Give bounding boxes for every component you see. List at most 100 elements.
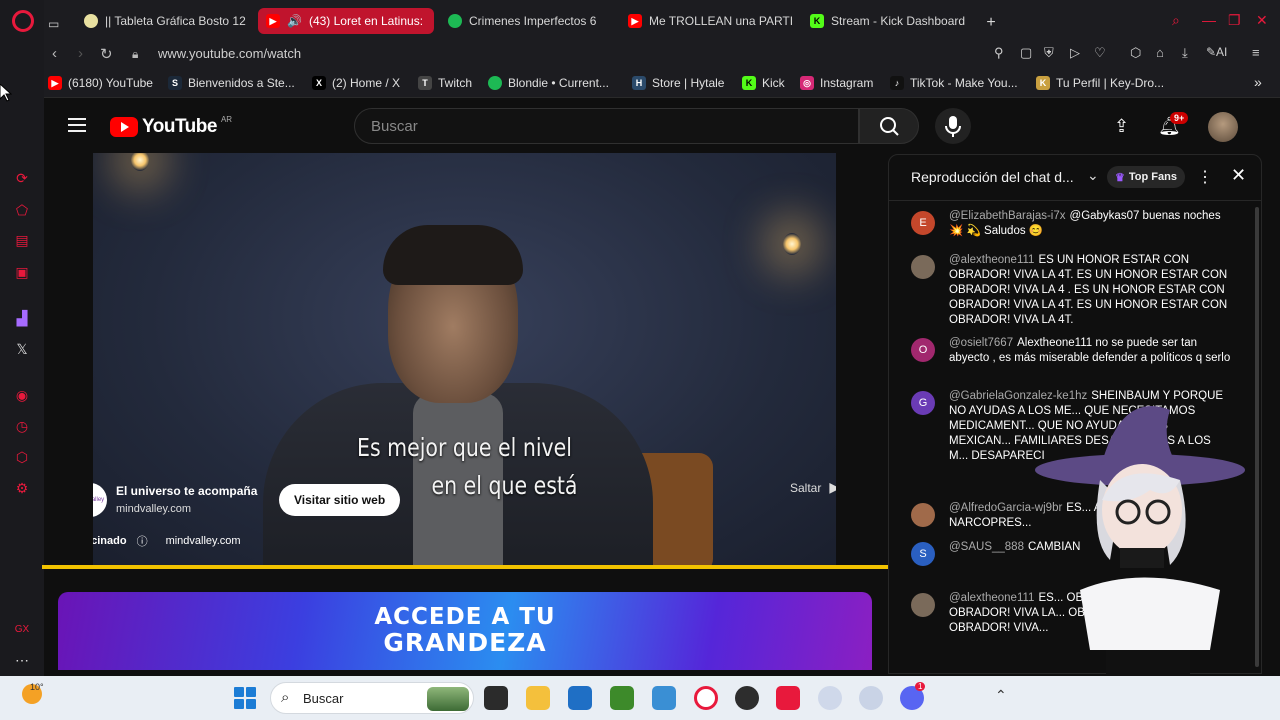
adblock-icon[interactable]: ⛨ — [1044, 45, 1054, 61]
tab-search-icon[interactable]: ⌕ — [1172, 12, 1180, 29]
search-input[interactable]: Buscar — [354, 108, 859, 144]
upload-icon[interactable]: ⇪ — [1114, 116, 1129, 137]
tab-4[interactable]: K Stream - Kick Dashboard — [802, 8, 972, 34]
windows-start-icon[interactable] — [234, 687, 256, 709]
skip-ad-button[interactable]: Saltar ▶| — [790, 479, 836, 496]
new-tab-button[interactable]: + — [980, 10, 1002, 36]
crypto-wallet-icon[interactable]: ⬠ — [14, 202, 30, 218]
avatar[interactable] — [911, 255, 935, 279]
maximize-icon[interactable]: ❐ — [1228, 12, 1241, 29]
chat-author[interactable]: @alextheone111 — [949, 254, 1034, 266]
pin-icon[interactable]: ⚲ — [994, 45, 1004, 61]
tab-1-active[interactable]: ▶ 🔊 (43) Loret en Latinus: — [258, 8, 434, 34]
tab-3[interactable]: ▶ Me TROLLEAN una PARTII — [620, 8, 792, 34]
bookmark-tiktok[interactable]: ♪ TikTok - Make You... — [890, 76, 1018, 90]
tab-2[interactable]: Crimenes Imperfectos 6 — [440, 8, 610, 34]
player-icon[interactable]: ▷ — [1070, 45, 1080, 61]
music-player-icon[interactable]: ▤ — [14, 232, 30, 248]
avatar[interactable]: E — [911, 211, 935, 235]
chat-author[interactable]: @SAUS__888 — [949, 541, 1024, 553]
ai-icon[interactable]: ✎AI — [1206, 45, 1227, 59]
sponsor-domain-link[interactable]: mindvalley.com — [166, 535, 241, 547]
tab-0[interactable]: || Tableta Gráfica Bosto 12 — [76, 8, 246, 34]
obs-icon[interactable] — [735, 686, 759, 710]
opera-taskbar-icon[interactable] — [694, 686, 718, 710]
file-explorer-icon[interactable] — [526, 686, 550, 710]
voice-search-button[interactable] — [935, 108, 971, 144]
heart-icon[interactable]: ♡ — [1094, 45, 1106, 61]
photos-icon[interactable] — [652, 686, 676, 710]
back-icon[interactable]: ‹ — [52, 45, 57, 62]
settings-sidebar-icon[interactable]: ⚙ — [14, 480, 30, 496]
top-fans-button[interactable]: ♛ Top Fans — [1107, 166, 1185, 188]
bookmark-steam[interactable]: S Bienvenidos a Ste... — [168, 76, 295, 90]
info-icon[interactable]: ⓘ — [137, 533, 148, 549]
extensions-icon[interactable]: ⬡ — [1130, 45, 1141, 61]
lamp-left — [131, 153, 149, 171]
minecraft-icon[interactable] — [610, 686, 634, 710]
ms-store-icon[interactable] — [568, 686, 592, 710]
more-options-icon[interactable]: ⋮ — [1197, 167, 1213, 187]
youtube-logo[interactable]: YouTube AR — [110, 115, 232, 138]
close-window-icon[interactable]: ✕ — [1256, 12, 1268, 29]
lock-icon[interactable]: 🔒︎ — [132, 47, 138, 62]
x-sidebar-icon[interactable]: 𝕏 — [14, 341, 30, 357]
bookmark-instagram[interactable]: ◎ Instagram — [800, 76, 873, 90]
gx-icon[interactable]: GX — [14, 622, 30, 638]
tray-overflow-icon[interactable]: ⌃ — [995, 687, 1007, 704]
url-field[interactable]: www.youtube.com/watch — [158, 46, 301, 61]
app-icon-1[interactable] — [818, 686, 842, 710]
player-sidebar-icon[interactable]: ◉ — [14, 387, 30, 403]
task-view-icon[interactable] — [484, 686, 508, 710]
bookmark-keydrop[interactable]: K Tu Perfil | Key-Dro... — [1036, 76, 1164, 90]
avatar[interactable]: G — [911, 391, 935, 415]
bookmark-kick[interactable]: K Kick — [742, 76, 785, 90]
video-player[interactable]: Es mejor que el nivel en el que está min… — [93, 153, 836, 567]
refresh-sidebar-icon[interactable]: ⟳ — [14, 170, 30, 186]
close-icon[interactable]: ✕ — [1231, 165, 1246, 186]
tab-overview-icon[interactable]: ▭ — [48, 11, 70, 37]
bookmark-spotify[interactable]: Blondie • Current... — [488, 76, 609, 90]
search-button[interactable] — [859, 108, 919, 144]
avatar[interactable]: S — [911, 542, 935, 566]
avatar[interactable] — [911, 593, 935, 617]
snapshot-icon[interactable]: ▢ — [1020, 45, 1032, 61]
minimize-icon[interactable]: — — [1202, 12, 1216, 28]
more-sidebar-icon[interactable]: ⋯ — [14, 652, 30, 668]
bookmark-twitch[interactable]: T Twitch — [418, 76, 472, 90]
companion-banner-ad[interactable]: ACCEDE A TU GRANDEZA — [58, 592, 872, 670]
windows-taskbar: 10° ⌕ Buscar 1 ⌃ — [0, 676, 1280, 720]
visit-site-button[interactable]: Visitar sitio web — [279, 484, 401, 516]
menu-icon[interactable]: ≡ — [1252, 45, 1260, 60]
bookmark-hytale[interactable]: H Store | Hytale — [632, 76, 724, 90]
opera-logo-icon[interactable] — [12, 10, 34, 32]
chat-author[interactable]: @ElizabethBarajas-i7x — [949, 210, 1066, 222]
bookmark-youtube[interactable]: ▶ (6180) YouTube — [48, 76, 153, 90]
speaker-icon[interactable]: 🔊 — [287, 14, 302, 28]
extensions-sidebar-icon[interactable]: ⬡ — [14, 449, 30, 465]
chat-title[interactable]: Reproducción del chat d... — [911, 169, 1074, 185]
download-icon[interactable]: ⤓ — [1182, 45, 1188, 61]
messenger-icon[interactable]: ▣ — [14, 264, 30, 280]
avatar[interactable] — [1208, 112, 1238, 142]
ad-domain[interactable]: mindvalley.com — [116, 503, 191, 515]
profile-icon[interactable]: ⌂ — [1156, 45, 1164, 60]
menu-hamburger-icon[interactable] — [68, 118, 86, 132]
ad-title[interactable]: El universo te acompaña — [116, 484, 257, 498]
taskbar-search-input[interactable]: ⌕ Buscar — [270, 682, 474, 714]
reload-icon[interactable]: ↻ — [100, 45, 113, 63]
bookmark-label: Store | Hytale — [652, 76, 725, 90]
capcut-icon[interactable] — [776, 686, 800, 710]
forward-icon[interactable]: › — [78, 45, 83, 62]
app-icon-2[interactable] — [859, 686, 883, 710]
bookmarks-overflow-icon[interactable]: » — [1254, 74, 1262, 90]
ad-progress-bar[interactable] — [42, 565, 888, 569]
twitch-sidebar-icon[interactable]: ▟ — [14, 310, 30, 326]
bookmark-x[interactable]: X (2) Home / X — [312, 76, 400, 90]
chevron-down-icon[interactable]: ⌄ — [1087, 167, 1099, 184]
history-sidebar-icon[interactable]: ◷ — [14, 418, 30, 434]
chat-author[interactable]: @osielt7667 — [949, 337, 1013, 349]
avatar[interactable]: O — [911, 338, 935, 362]
advertiser-logo[interactable]: mindvalley — [93, 483, 107, 517]
avatar[interactable] — [911, 503, 935, 527]
